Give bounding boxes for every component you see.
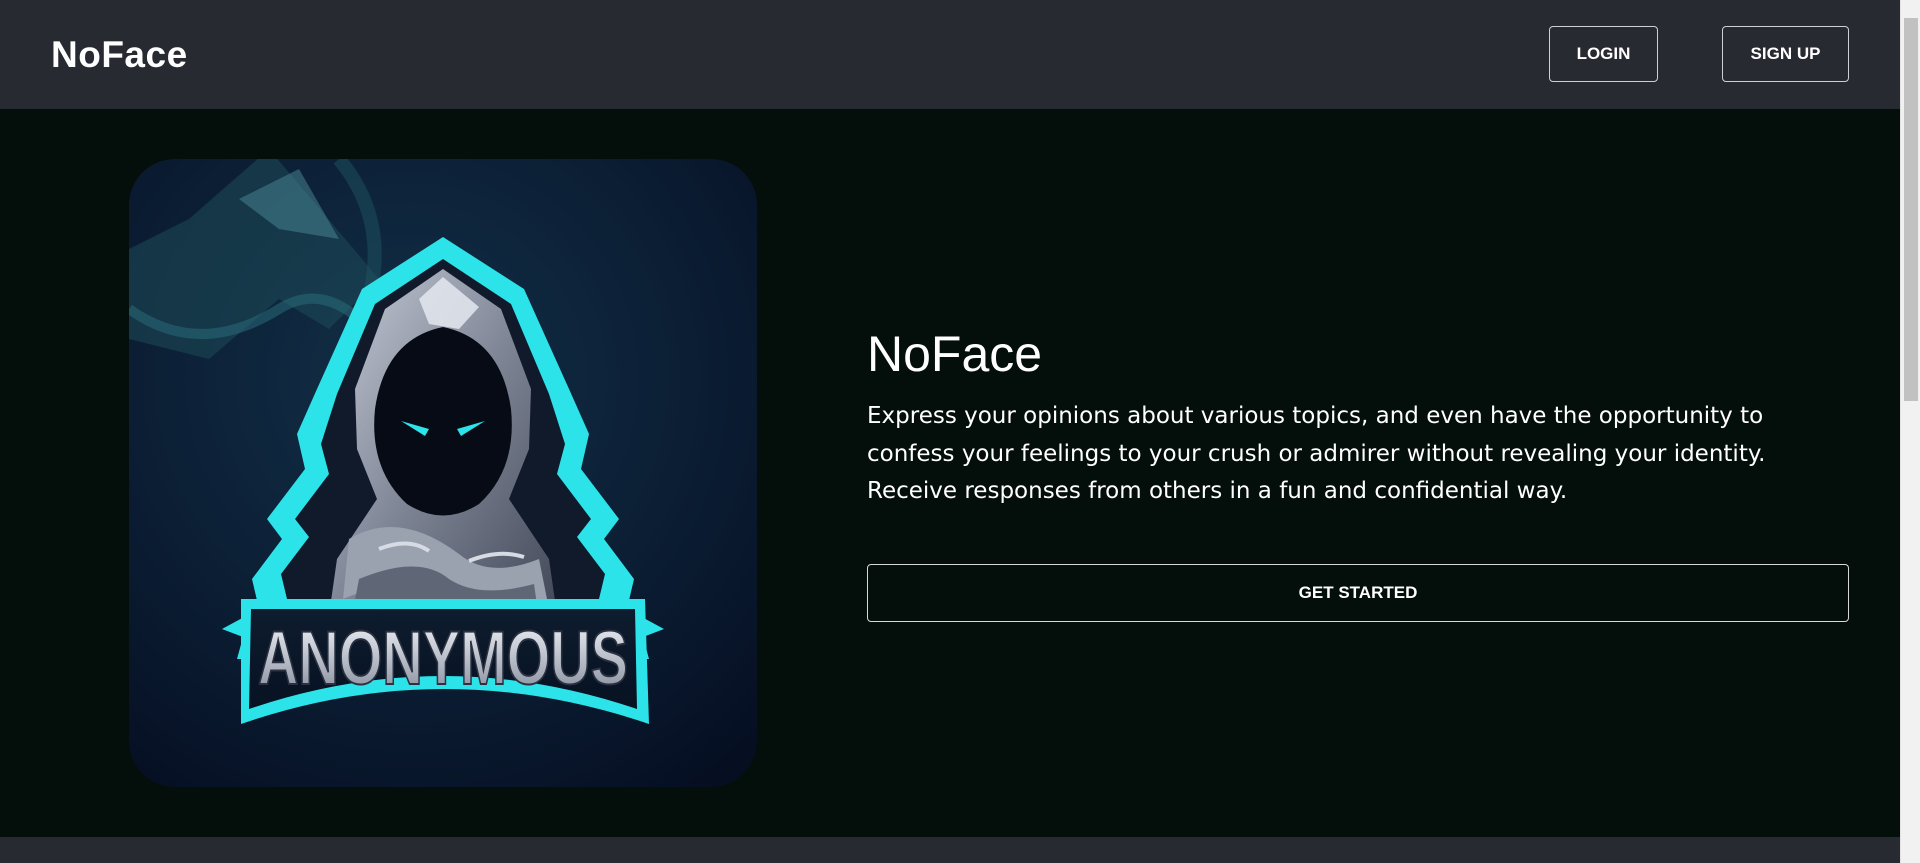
hero-section: ANONYMOUS NoFace Express your opinions a… — [0, 109, 1900, 837]
login-button[interactable]: LOGIN — [1549, 26, 1658, 82]
brand-logo[interactable]: NoFace — [51, 34, 188, 76]
footer-strip — [0, 837, 1900, 863]
get-started-button[interactable]: GET STARTED — [867, 564, 1849, 622]
anonymous-mascot-image: ANONYMOUS — [129, 159, 757, 787]
hero-description: Express your opinions about various topi… — [867, 403, 1766, 504]
scrollbar-thumb[interactable] — [1904, 18, 1918, 401]
hero-title: NoFace — [867, 326, 1043, 382]
navbar: NoFace LOGIN SIGN UP — [0, 0, 1900, 109]
page-scrollbar[interactable] — [1900, 0, 1920, 863]
page: NoFace LOGIN SIGN UP ANONYMOUS NoFace Ex… — [0, 0, 1920, 863]
signup-button[interactable]: SIGN UP — [1722, 26, 1849, 82]
image-text: ANONYMOUS — [258, 616, 628, 701]
viewport: NoFace LOGIN SIGN UP ANONYMOUS NoFace Ex… — [0, 0, 1900, 863]
